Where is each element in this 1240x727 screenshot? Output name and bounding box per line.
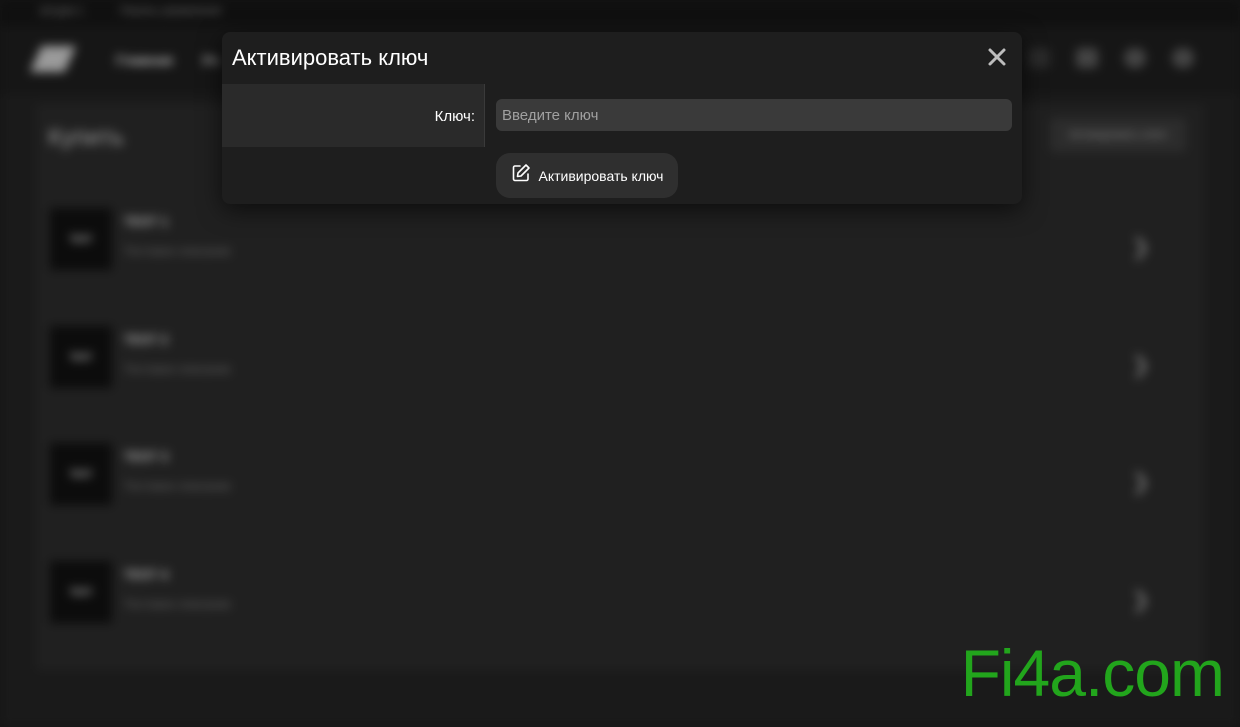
bell-icon[interactable] xyxy=(1124,48,1146,68)
item-description: Тестовое описание xyxy=(124,244,231,258)
chevron-right-icon[interactable]: ❯ xyxy=(1132,234,1150,260)
item-title: TEST 3 xyxy=(124,449,169,464)
modal-title: Активировать ключ xyxy=(232,45,429,70)
top-bar: Штурм 1 Панель управления xyxy=(0,0,1240,26)
topbar-link-2[interactable]: Панель управления xyxy=(120,5,221,17)
item-thumbnail: TEST xyxy=(50,208,112,270)
topbar-link-1[interactable]: Штурм 1 xyxy=(40,5,83,17)
item-title: TEST 2 xyxy=(124,332,169,347)
nav-link-2[interactable]: Уч xyxy=(202,52,219,68)
item-title: TEST 1 xyxy=(124,214,169,229)
screen: Штурм 1 Панель управления Главная Уч Куп… xyxy=(0,0,1240,727)
logo-icon[interactable] xyxy=(30,46,76,72)
mail-icon[interactable] xyxy=(1076,48,1098,68)
list-item[interactable]: TEST TEST 1 Тестовое описание ❯ xyxy=(50,208,1190,292)
nav-link-home[interactable]: Главная xyxy=(116,52,173,68)
watermark-text: Fi4a.com xyxy=(960,636,1225,710)
activate-key-button-label: Активировать ключ xyxy=(538,167,664,184)
edit-icon xyxy=(511,163,531,188)
chevron-right-icon[interactable]: ❯ xyxy=(1132,352,1150,378)
chevron-right-icon[interactable]: ❯ xyxy=(1132,587,1150,613)
close-icon[interactable] xyxy=(986,46,1008,68)
activate-key-modal: Активировать ключ Ключ: Активировать клю… xyxy=(222,32,1022,204)
item-description: Тестовое описание xyxy=(124,479,231,493)
key-form-row: Ключ: xyxy=(222,84,1022,147)
item-thumbnail: TEST xyxy=(50,443,112,505)
list-item[interactable]: TEST TEST 4 Тестовое описание ❯ xyxy=(50,561,1190,645)
key-label: Ключ: xyxy=(434,108,475,125)
item-thumbnail: TEST xyxy=(50,326,112,388)
key-input[interactable] xyxy=(496,99,1012,131)
search-icon[interactable] xyxy=(1172,48,1194,68)
key-label-cell: Ключ: xyxy=(222,84,485,147)
list-item[interactable]: TEST TEST 3 Тестовое описание ❯ xyxy=(50,443,1190,527)
activate-key-open-button[interactable]: Активировать ключ xyxy=(1050,118,1186,152)
item-description: Тестовое описание xyxy=(124,597,231,611)
nav-indicator-icon[interactable] xyxy=(1028,48,1050,68)
modal-header: Активировать ключ xyxy=(222,32,1022,84)
activate-key-button[interactable]: Активировать ключ xyxy=(496,153,678,198)
item-description: Тестовое описание xyxy=(124,362,231,376)
item-thumbnail: TEST xyxy=(50,561,112,623)
list-item[interactable]: TEST TEST 2 Тестовое описание ❯ xyxy=(50,326,1190,410)
chevron-right-icon[interactable]: ❯ xyxy=(1132,469,1150,495)
panel-title: Купить xyxy=(48,124,124,151)
item-title: TEST 4 xyxy=(124,567,169,582)
